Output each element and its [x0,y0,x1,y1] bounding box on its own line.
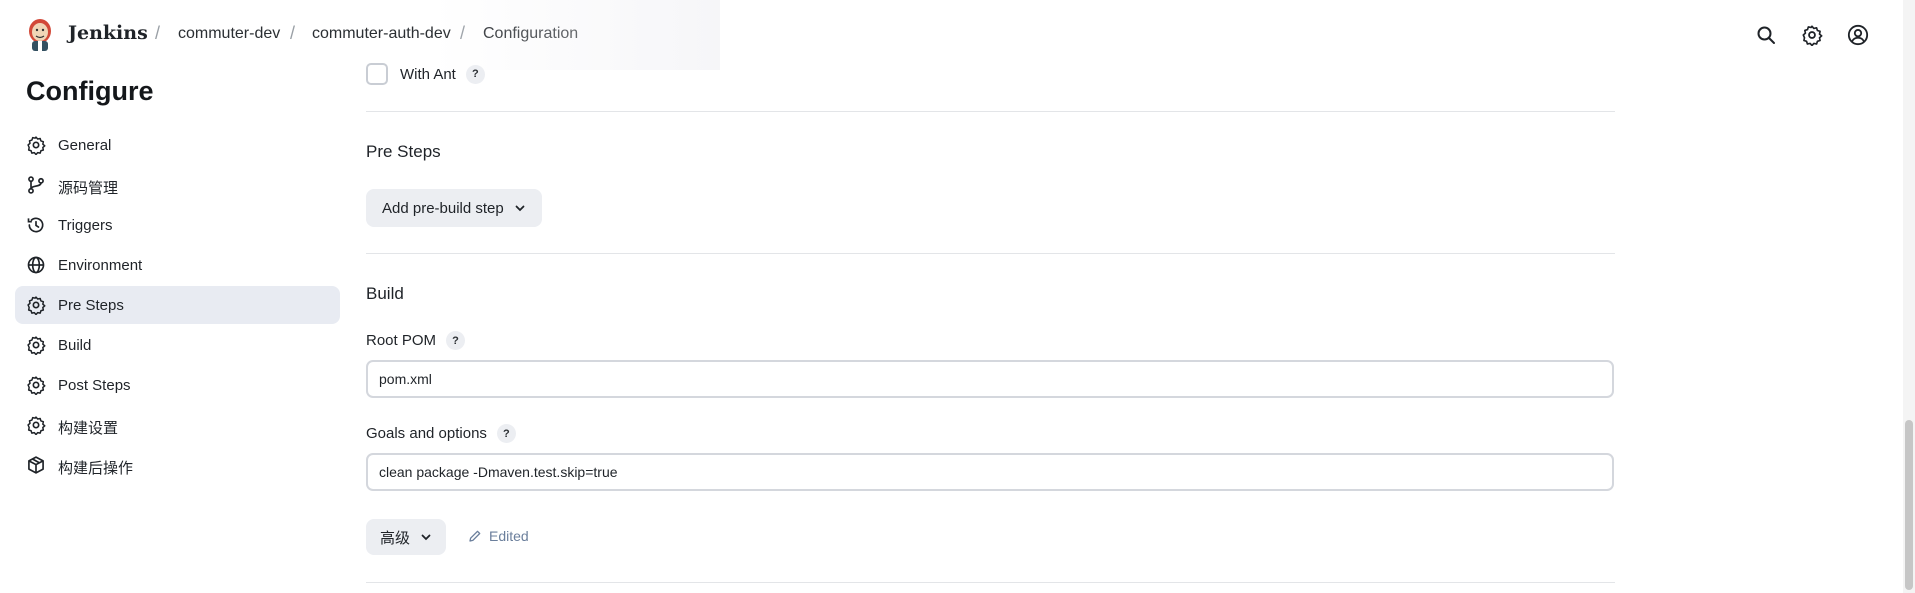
chevron-down-icon [515,205,525,212]
breadcrumb-separator: / [290,23,296,43]
edited-label: Edited [489,528,529,544]
top-header: Jenkins / commuter-dev / commuter-auth-d… [0,0,1915,70]
gear-icon [26,415,46,435]
sidebar-item-environment[interactable]: Environment [15,246,340,284]
pencil-icon [469,530,481,542]
sidebar-item-label: Environment [58,257,143,274]
package-icon [26,455,46,475]
help-icon[interactable]: ? [496,424,516,443]
root-pom-input[interactable] [366,360,1614,398]
with-ant-checkbox[interactable] [366,63,388,85]
search-icon[interactable] [1753,22,1779,48]
page-scrollbar[interactable] [1903,0,1915,593]
add-pre-build-step-button[interactable]: Add pre-build step [366,189,542,227]
gear-icon[interactable] [1799,22,1825,48]
sidebar-item-label: 源码管理 [58,180,119,197]
breadcrumb-commuter-dev[interactable]: commuter-dev [178,25,280,43]
user-icon[interactable] [1845,22,1871,48]
sidebar-item-label: Build [58,337,92,354]
sidebar-item-label: Triggers [58,217,113,234]
sidebar-item-pre-steps[interactable]: Pre Steps [15,286,340,324]
root-pom-label-row: Root POM ? [366,331,466,350]
sidebar-item-post-build-actions[interactable]: 构建后操作 [15,446,340,484]
sidebar-item-general[interactable]: General [15,126,340,164]
with-ant-label[interactable]: With Ant [400,66,456,83]
section-divider [366,111,1615,112]
gear-icon [26,135,46,155]
root-pom-label: Root POM [366,332,437,349]
pre-steps-title: Pre Steps [366,142,441,161]
breadcrumb-configuration[interactable]: Configuration [483,25,578,43]
globe-icon [26,255,46,275]
sidebar-item-source-control[interactable]: 源码管理 [15,166,340,204]
breadcrumb-commuter-auth-dev[interactable]: commuter-auth-dev [312,25,451,43]
advanced-button[interactable]: 高级 [366,519,447,555]
page-title: Configure [26,76,154,106]
sidebar-item-post-steps[interactable]: Post Steps [15,366,340,404]
help-icon[interactable]: ? [446,331,466,350]
chevron-down-icon [421,534,431,541]
goals-input[interactable] [366,453,1614,491]
add-pre-build-step-label: Add pre-build step [382,199,504,217]
section-divider [366,582,1615,583]
sidebar-item-label: 构建设置 [58,420,119,437]
build-title: Build [366,284,404,303]
sidebar-item-build-settings[interactable]: 构建设置 [15,406,340,444]
gear-icon [26,375,46,395]
sidebar-item-label: Pre Steps [58,297,124,314]
branch-icon [26,175,46,195]
brand-name[interactable]: Jenkins [68,22,148,44]
goals-label-row: Goals and options ? [366,424,516,443]
sidebar-item-label: 构建后操作 [58,460,134,477]
sidebar-item-build[interactable]: Build [15,326,340,364]
advanced-label: 高级 [380,529,411,547]
scrollbar-thumb[interactable] [1905,420,1913,590]
gear-icon [26,295,46,315]
gear-icon [26,335,46,355]
breadcrumb-separator: / [460,23,466,43]
breadcrumb-separator: / [155,23,161,43]
sidebar-item-label: Post Steps [58,377,131,394]
with-ant-row: With Ant ? [366,62,485,86]
help-icon[interactable]: ? [465,64,485,84]
edited-indicator[interactable]: Edited [468,528,529,544]
section-divider [366,253,1615,254]
sidebar-nav: General 源码管理 Triggers Environment Pre St… [15,126,340,486]
sidebar-item-triggers[interactable]: Triggers [15,206,340,244]
clock-icon [26,215,46,235]
jenkins-logo[interactable] [26,17,54,53]
sidebar-item-label: General [58,137,112,154]
goals-label: Goals and options [366,425,487,442]
